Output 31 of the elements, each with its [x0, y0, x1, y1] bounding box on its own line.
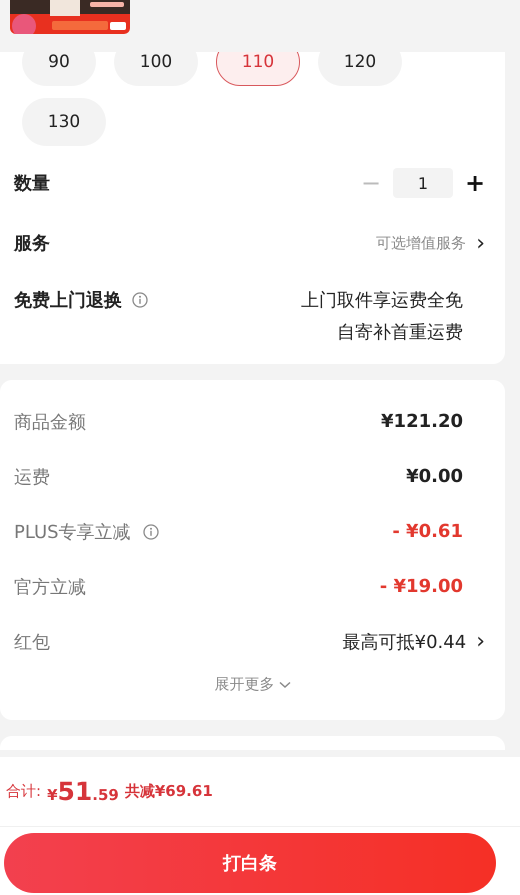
chevron-icon	[278, 680, 290, 688]
info-icon[interactable]	[142, 524, 159, 540]
price-value: ¥0.00	[406, 466, 463, 487]
pay-button[interactable]: 打白条	[4, 833, 496, 893]
expand-more-button[interactable]: 展开更多	[214, 675, 290, 694]
price-label: 运费	[14, 466, 50, 488]
price-label: 红包	[14, 630, 50, 654]
size-option[interactable]: 100	[114, 52, 198, 86]
price-value: - ¥0.61	[392, 521, 463, 542]
size-option[interactable]: 90	[22, 52, 96, 86]
service-label: 服务	[14, 232, 50, 255]
return-info: 自寄补首重运费	[337, 321, 463, 344]
size-option[interactable]: 130	[22, 98, 106, 146]
total-price: ¥51.59	[47, 777, 119, 806]
quantity-field[interactable]: 1	[393, 168, 453, 198]
voucher-link[interactable]: 最高可抵¥0.44 ›	[342, 629, 485, 654]
size-option[interactable]: 110	[216, 52, 300, 86]
info-icon[interactable]	[132, 292, 148, 308]
price-label: PLUS专享立减	[14, 520, 131, 544]
service-link[interactable]: 可选增值服务 ›	[376, 230, 485, 256]
price-value: - ¥19.00	[380, 576, 463, 597]
quantity-label: 数量	[14, 172, 50, 195]
return-info: 上门取件享运费全免	[301, 289, 463, 312]
price-label: 商品金额	[14, 410, 86, 434]
size-option[interactable]: 120	[318, 52, 402, 86]
total-saved: 共减¥69.61	[124, 782, 213, 801]
increase-button[interactable]: +	[465, 169, 485, 197]
price-label: 官方立减	[14, 576, 86, 598]
price-value: ¥121.20	[381, 411, 463, 432]
return-label: 免费上门退换	[14, 289, 122, 312]
total-label: 合计:	[6, 782, 42, 801]
